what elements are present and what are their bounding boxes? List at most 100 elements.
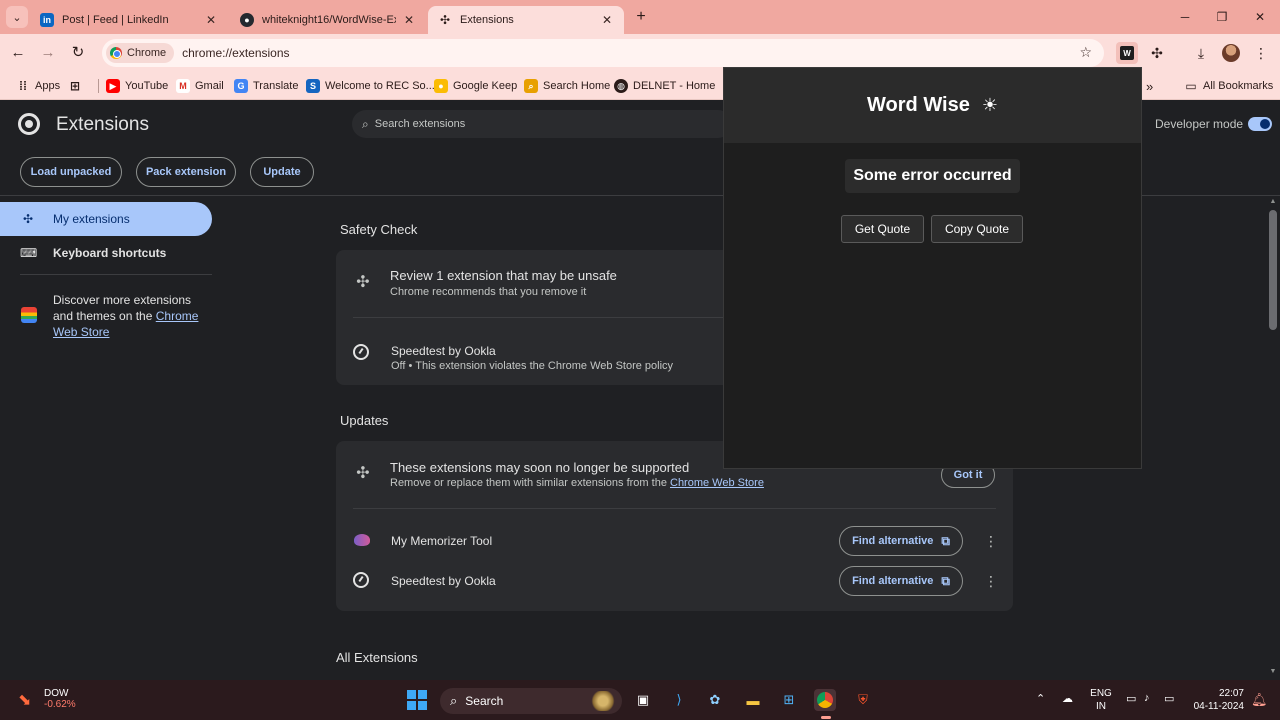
bookmark-apps[interactable]: ⁞⁞ Apps	[16, 77, 60, 95]
vscode-button[interactable]: ⟩	[668, 689, 690, 711]
bookmark-star-icon[interactable]: ☆	[1079, 44, 1092, 61]
reload-button[interactable]: ↻	[68, 43, 88, 63]
file-explorer-button[interactable]: ▬	[742, 689, 764, 711]
show-hidden-icons-button[interactable]: ⌃	[1036, 692, 1045, 705]
external-link-icon: ⧉	[941, 533, 950, 548]
tab-extensions[interactable]: ✣ Extensions ✕	[428, 6, 624, 34]
clock-time: 22:07	[1218, 688, 1244, 699]
bookmark-translate[interactable]: G Translate	[234, 77, 298, 95]
page-scrollbar[interactable]: ▲ ▼	[1266, 196, 1280, 680]
back-button[interactable]: ←	[8, 43, 28, 63]
bookmark-youtube[interactable]: ▶ YouTube	[106, 77, 168, 95]
folder-icon: ▬	[746, 692, 760, 708]
popup-title: Word Wise	[867, 94, 970, 116]
store-button[interactable]: ⊞	[778, 689, 800, 711]
page-title: Extensions	[56, 114, 149, 135]
tab-search-button[interactable]: ⌄	[6, 6, 28, 28]
bookmark-delnet[interactable]: ◍ DELNET - Home	[614, 77, 715, 95]
chrome-taskbar-button[interactable]	[814, 689, 836, 711]
minimize-button[interactable]: ─	[1175, 8, 1195, 26]
language-indicator[interactable]: ENG IN	[1088, 687, 1114, 713]
tab-title: Extensions	[460, 14, 514, 26]
puzzle-icon: ✣	[439, 13, 451, 27]
copy-quote-button[interactable]: Copy Quote	[931, 215, 1023, 243]
profile-button[interactable]	[1220, 42, 1242, 64]
find-alternative-button[interactable]: Find alternative ⧉	[839, 526, 963, 556]
address-bar[interactable]: Chrome chrome://extensions ☆	[102, 39, 1104, 67]
developer-mode-toggle[interactable]	[1248, 117, 1272, 131]
tab-github[interactable]: ● whiteknight16/WordWise-Exten ✕	[230, 6, 426, 34]
brave-button[interactable]: ⛨	[852, 689, 874, 711]
bookmarks-overflow-button[interactable]: »	[1146, 77, 1153, 95]
rec-site-icon: S	[306, 79, 320, 93]
chrome-icon	[817, 692, 833, 708]
close-icon[interactable]: ✕	[600, 13, 614, 27]
window-close-button[interactable]: ✕	[1250, 8, 1270, 26]
close-icon[interactable]: ✕	[402, 13, 416, 27]
taskbar-search[interactable]: ⌕ Search	[440, 688, 622, 714]
downloads-button[interactable]: ⤓	[1190, 42, 1212, 64]
translate-icon: G	[234, 79, 248, 93]
bookmark-label: YouTube	[125, 80, 169, 92]
onedrive-icon[interactable]: ☁	[1062, 692, 1073, 705]
scroll-up-icon[interactable]: ▲	[1269, 198, 1277, 205]
sidebar-item-keyboard-shortcuts[interactable]: ⌨ Keyboard shortcuts	[0, 236, 212, 270]
notification-bell-icon[interactable]: 🔔︎	[1251, 692, 1268, 708]
more-options-button[interactable]: ⋮	[984, 532, 998, 550]
monitor-icon[interactable]: ▭	[1126, 692, 1136, 705]
volume-icon[interactable]: ♪	[1144, 692, 1150, 704]
tab-linkedin[interactable]: in Post | Feed | LinkedIn ✕	[30, 6, 228, 34]
sun-icon[interactable]: ☀	[982, 95, 998, 116]
new-tab-button[interactable]: +	[632, 8, 650, 26]
all-bookmarks-button[interactable]: ▭ All Bookmarks	[1184, 77, 1273, 95]
get-quote-button[interactable]: Get Quote	[841, 215, 924, 243]
load-unpacked-button[interactable]: Load unpacked	[20, 157, 122, 187]
start-button[interactable]	[406, 689, 428, 711]
find-alternative-button[interactable]: Find alternative ⧉	[839, 566, 963, 596]
chrome-logo-icon	[18, 113, 40, 135]
puzzle-warning-icon: ✣	[356, 274, 370, 291]
bookmark-keep[interactable]: ● Google Keep	[434, 77, 517, 95]
sidebar-item-my-extensions[interactable]: ✣ My extensions	[0, 202, 212, 236]
forward-button[interactable]: →	[38, 43, 58, 63]
chip-label: Chrome	[127, 47, 167, 59]
updates-notice-subtitle: Remove or replace them with similar exte…	[390, 477, 764, 489]
close-icon[interactable]: ✕	[204, 13, 218, 27]
bookmark-rec[interactable]: S Welcome to REC So...	[306, 77, 435, 95]
wordwise-icon: W	[1120, 46, 1134, 60]
browser-menu-button[interactable]: ⋮	[1250, 42, 1272, 64]
extensions-menu-button[interactable]: ✣	[1146, 42, 1168, 64]
web-store-icon	[21, 307, 37, 323]
task-view-button[interactable]: ▣	[632, 689, 654, 711]
bookmark-label: Welcome to REC So...	[325, 80, 435, 92]
url-text[interactable]: chrome://extensions	[182, 46, 289, 60]
avatar	[1222, 44, 1240, 62]
update-button[interactable]: Update	[250, 157, 314, 187]
tab-strip: ⌄ in Post | Feed | LinkedIn ✕ ● whitekni…	[0, 0, 1280, 34]
scroll-down-icon[interactable]: ▼	[1269, 668, 1277, 675]
tab-groups-button[interactable]: ⊞	[68, 77, 87, 95]
bookmark-search-home[interactable]: ⌕ Search Home	[524, 77, 610, 95]
more-options-button[interactable]: ⋮	[984, 572, 998, 590]
speedtest-icon	[353, 344, 369, 360]
market-title: DOW	[44, 688, 69, 699]
bookmark-gmail[interactable]: M Gmail	[176, 77, 224, 95]
developer-mode-label: Developer mode	[1155, 117, 1244, 131]
market-widget[interactable]: ⬊ DOW -0.62%	[18, 688, 76, 710]
site-info-chip[interactable]: Chrome	[106, 43, 175, 63]
battery-icon[interactable]: ▭	[1164, 692, 1174, 705]
plus-icon: +	[636, 8, 646, 25]
youtube-icon: ▶	[106, 79, 120, 93]
clock[interactable]: 22:07 04-11-2024	[1190, 687, 1244, 713]
safety-check-title: Safety Check	[340, 222, 418, 237]
wordwise-extension-button[interactable]: W	[1116, 42, 1138, 64]
sidebar-divider	[20, 274, 212, 275]
search-extensions-input[interactable]: ⌕ Search extensions	[352, 110, 732, 138]
maximize-button[interactable]: ❐	[1212, 8, 1232, 26]
copilot-button[interactable]: ✿	[704, 689, 726, 711]
wordwise-popup: Word Wise ☀ Some error occurred Get Quot…	[723, 67, 1142, 469]
scrollbar-thumb[interactable]	[1269, 210, 1277, 330]
chevron-double-right-icon: »	[1146, 78, 1154, 94]
pack-extension-button[interactable]: Pack extension	[136, 157, 236, 187]
chrome-web-store-link[interactable]: Chrome Web Store	[670, 477, 764, 489]
